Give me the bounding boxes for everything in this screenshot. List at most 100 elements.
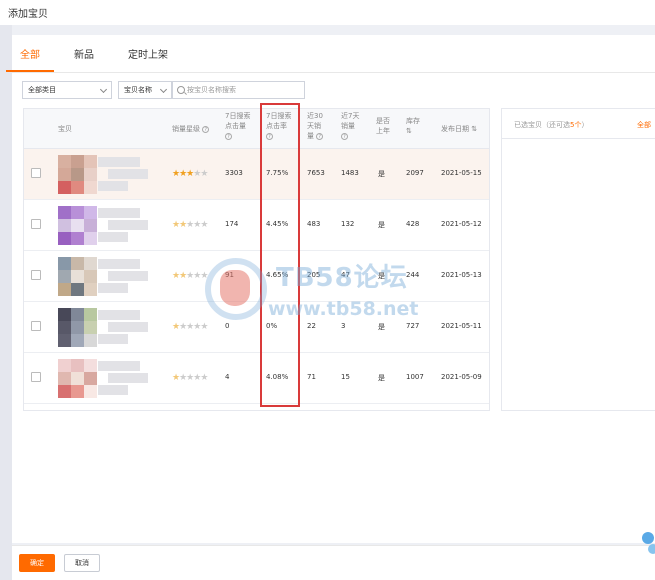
search-field-select-value: 宝贝名称: [124, 86, 152, 94]
col-stock[interactable]: 库存 ⇅: [406, 116, 420, 136]
table-row[interactable]: ★★★★★ 3303 7.75% 7653 1483 是 2097 2021-05-15: [24, 149, 489, 200]
table-row[interactable]: ★★★★★ 174 4.45% 483 132 是 428 2021-05-12: [24, 200, 489, 251]
row-checkbox[interactable]: [31, 219, 41, 229]
cell-date: 2021-05-12: [441, 220, 482, 228]
row-checkbox[interactable]: [31, 270, 41, 280]
cell-listed: 是: [378, 221, 385, 229]
col-date-label: 发布日期: [441, 125, 469, 133]
item-thumbnail: [58, 410, 96, 411]
sales-star-rating: ★★★★★: [172, 373, 208, 383]
item-thumbnail: [58, 206, 97, 245]
col-sales30-line2: 天销: [307, 122, 321, 130]
col-search-clicks-line1: 7日搜索: [225, 112, 251, 120]
selected-panel-header: 已选宝贝（还可选5个） 全部: [502, 109, 655, 139]
col-sales7: 近7天 销量 ?: [341, 111, 359, 141]
watermark-brand: TB58论坛: [276, 263, 408, 293]
col-sales30: 近30 天销 量 ?: [307, 111, 324, 141]
cell-date: 2021-05-15: [441, 169, 482, 177]
item-thumbnail: [58, 257, 97, 296]
help-icon[interactable]: ?: [341, 132, 348, 140]
tab-new[interactable]: 新品: [74, 46, 94, 72]
tab-all[interactable]: 全部: [6, 46, 54, 72]
category-select-value: 全部类目: [28, 86, 56, 94]
tabs-divider: [12, 72, 655, 73]
cancel-button[interactable]: 取消: [64, 554, 100, 572]
footer-divider: [12, 545, 655, 546]
cell-sales30: 22: [307, 322, 316, 330]
cell-sales30: 483: [307, 220, 321, 228]
item-title-redacted: [98, 310, 150, 344]
col-sales7-line1: 近7天: [341, 112, 360, 120]
selected-panel-title: 已选宝贝（还可选5个）: [514, 121, 589, 129]
star-empty-icon: ★: [200, 373, 208, 383]
tab-scheduled[interactable]: 定时上架: [128, 46, 168, 72]
left-strip: [0, 25, 12, 580]
watermark-hand-icon: [220, 270, 250, 306]
col-sales7-line2: 销量: [341, 122, 355, 130]
item-thumbnail: [58, 155, 97, 194]
cell-date: 2021-05-13: [441, 271, 482, 279]
col-search-clicks: 7日搜索 点击量 ?: [225, 111, 250, 141]
star-empty-icon: ★: [200, 322, 208, 332]
table-row[interactable]: [24, 404, 489, 411]
select-all-link[interactable]: 全部: [637, 120, 651, 130]
cell-sales30: 7653: [307, 169, 325, 177]
cell-sales7: 132: [341, 220, 355, 228]
cell-search-clicks: 4: [225, 373, 230, 381]
dialog-title: 添加宝贝: [8, 9, 48, 20]
selected-items-panel: 已选宝贝（还可选5个） 全部: [501, 108, 655, 411]
cell-stock: 244: [406, 271, 420, 279]
col-listed: 是否 上年: [376, 116, 390, 136]
table-row[interactable]: ★★★★★ 4 4.08% 71 15 是 1007 2021-05-09: [24, 353, 489, 404]
tab-bar: 全部 新品 定时上架: [6, 46, 202, 72]
sort-icon: ⇅: [406, 127, 412, 135]
item-title-redacted: [98, 361, 150, 395]
col-item: 宝贝: [58, 125, 72, 133]
search-field-select[interactable]: 宝贝名称: [118, 81, 172, 99]
cell-listed: 是: [378, 323, 385, 331]
cell-stock: 1007: [406, 373, 424, 381]
col-date[interactable]: 发布日期 ⇅: [441, 124, 477, 134]
annotation-highlight-box: [260, 103, 300, 407]
col-star-label: 销量星级: [172, 125, 200, 133]
chevron-down-icon: [159, 85, 168, 94]
cell-listed: 是: [378, 170, 385, 178]
col-listed-line2: 上年: [376, 127, 390, 135]
table-header: 宝贝 销量星级 ? 7日搜索 点击量 ? 7日搜索 点击率 ? 近30 天销 量…: [24, 109, 489, 149]
cell-search-clicks: 174: [225, 220, 239, 228]
item-title-redacted: [98, 259, 150, 293]
row-checkbox[interactable]: [31, 168, 41, 178]
star-empty-icon: ★: [200, 169, 208, 179]
col-search-clicks-line2: 点击量: [225, 122, 246, 130]
selected-remaining-count: 5个: [570, 121, 582, 129]
row-checkbox[interactable]: [31, 321, 41, 331]
confirm-button[interactable]: 确定: [19, 554, 55, 572]
help-icon[interactable]: ?: [202, 125, 210, 133]
col-star: 销量星级 ?: [172, 124, 210, 134]
col-listed-line1: 是否: [376, 117, 390, 125]
sort-icon: ⇅: [471, 125, 478, 133]
search-input[interactable]: [187, 83, 302, 97]
search-box: [172, 81, 305, 99]
category-select[interactable]: 全部类目: [22, 81, 112, 99]
help-icon[interactable]: ?: [316, 132, 324, 140]
cell-date: 2021-05-11: [441, 322, 482, 330]
floating-helper-icon[interactable]: [640, 530, 655, 560]
item-table: 宝贝 销量星级 ? 7日搜索 点击量 ? 7日搜索 点击率 ? 近30 天销 量…: [23, 108, 490, 411]
col-sales30-line3: 量 ?: [307, 131, 324, 141]
col-sales30-line1: 近30: [307, 112, 323, 120]
cell-sales7: 1483: [341, 169, 359, 177]
item-title-redacted: [98, 208, 150, 242]
help-icon[interactable]: ?: [225, 132, 232, 140]
cell-sales30: 71: [307, 373, 316, 381]
cell-stock: 2097: [406, 169, 424, 177]
sales-star-rating: ★★★★★: [172, 322, 208, 332]
cell-stock: 727: [406, 322, 420, 330]
star-empty-icon: ★: [200, 220, 208, 230]
search-icon: [177, 86, 185, 94]
item-thumbnail: [58, 308, 97, 347]
item-title-redacted: [98, 157, 150, 191]
sales-star-rating: ★★★★★: [172, 220, 208, 230]
row-checkbox[interactable]: [31, 372, 41, 382]
cell-date: 2021-05-09: [441, 373, 482, 381]
